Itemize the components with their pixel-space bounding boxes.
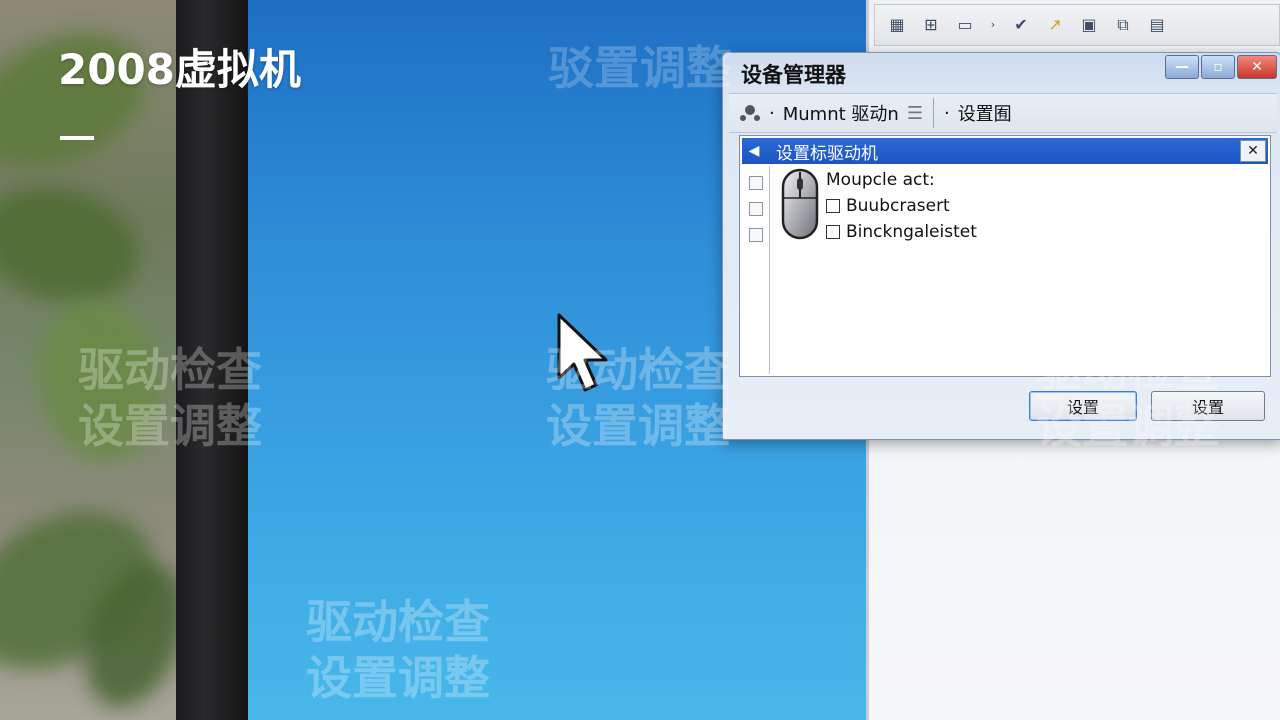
grid-icon[interactable]: ▦	[887, 16, 907, 34]
window-controls: — ▫ ✕	[1165, 55, 1277, 79]
page-title: 2008虚拟机	[58, 45, 301, 94]
menu-dot: ·	[943, 102, 950, 124]
watermark: 驱动检查 设置调整	[546, 343, 730, 453]
network-icon	[740, 105, 760, 121]
watermark: 驱动检查 设置调整	[1036, 343, 1220, 453]
check-icon[interactable]: ✔	[1011, 16, 1031, 34]
gutter-checkbox[interactable]	[749, 202, 763, 216]
item-checkbox[interactable]	[826, 199, 840, 213]
list-icon: ☰	[906, 102, 923, 124]
menu-item-settings-label: 设置囿	[957, 104, 1012, 125]
gutter-checkbox[interactable]	[749, 228, 763, 242]
list-item[interactable]: Buubcrasert	[826, 196, 950, 216]
menu-item-driver[interactable]: · Mumnt 驱动n ☰	[729, 94, 933, 132]
device-panel: ◀ 设置标驱动机 ✕ Moupcle act: Buubcrasert Binc…	[739, 135, 1271, 377]
item-checkbox[interactable]	[826, 225, 840, 239]
maximize-button[interactable]: ▫	[1201, 55, 1235, 79]
window-title: 设备管理器	[741, 63, 846, 87]
mouse-icon	[781, 168, 819, 240]
share-icon[interactable]: ↗	[1045, 16, 1065, 34]
background-toolbar: ▦ ⊞ ▭ › ✔ ↗ ▣ ⧉ ▤	[874, 4, 1280, 46]
title-underline	[60, 136, 94, 140]
paste-icon[interactable]: ▤	[1147, 16, 1167, 34]
panel-header[interactable]: ◀ 设置标驱动机 ✕	[742, 138, 1268, 164]
list-item[interactable]: Binckngaleistet	[826, 222, 977, 242]
list-item-label: Binckngaleistet	[846, 222, 977, 242]
list-item[interactable]: Moupcle act:	[826, 170, 935, 190]
menu-item-driver-label: Mumnt 驱动n	[782, 104, 899, 125]
close-button[interactable]: ✕	[1237, 55, 1277, 79]
list-item-label: Buubcrasert	[846, 196, 950, 216]
panel-gutter	[742, 166, 770, 374]
arrange-icon[interactable]: ⊞	[921, 16, 941, 34]
minimize-button[interactable]: —	[1165, 55, 1199, 79]
save-icon[interactable]: ▣	[1079, 16, 1099, 34]
menu-item-settings[interactable]: · 设置囿	[934, 94, 1022, 132]
panel-close-icon[interactable]: ✕	[1240, 140, 1266, 162]
menu-dot: ·	[769, 102, 775, 124]
chevron-icon[interactable]: ›	[989, 16, 997, 34]
panel-header-label: 设置标驱动机	[776, 143, 878, 164]
window-icon[interactable]: ▭	[955, 16, 975, 34]
gutter-checkbox[interactable]	[749, 176, 763, 190]
watermark: 驳置调整	[548, 41, 732, 95]
copy-icon[interactable]: ⧉	[1113, 16, 1133, 34]
collapse-arrow-icon[interactable]: ◀	[742, 143, 766, 159]
list-item-label: Moupcle act:	[826, 170, 935, 190]
watermark: 驱动检查 设置调整	[306, 595, 490, 705]
menu-bar: · Mumnt 驱动n ☰ · 设置囿	[729, 93, 1277, 133]
watermark: 驱动检查 设置调整	[78, 343, 262, 453]
